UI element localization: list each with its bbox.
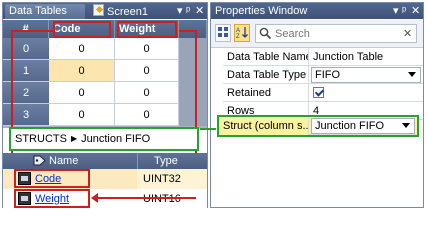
properties-panel: Properties Window ▾ ᵖ ✕ AZ ✕ Data Table … [210,2,424,208]
connector-line-weight [179,30,196,32]
row-header[interactable]: 3 [3,104,49,126]
grid-cell[interactable]: 0 [115,104,179,126]
grid-filler [179,60,207,82]
row-header[interactable]: 0 [3,38,49,60]
arrow-left-icon [91,193,98,203]
sort-alphabetical-icon[interactable]: AZ [234,24,250,42]
grid-filler [179,38,207,60]
search-box[interactable]: ✕ [255,24,417,43]
members-name-header[interactable]: Name [49,153,78,169]
grid-cell-selected[interactable]: 0 [49,60,115,82]
tab-dropdown-icon[interactable]: ▾ [177,4,183,18]
highlight-box-weight-member [14,189,90,208]
row-header[interactable]: 2 [3,82,49,104]
grid-corner-header: # [3,20,49,38]
property-row-data-table-name[interactable]: Data Table Name Junction Table [223,48,423,66]
data-tables-panel: Data Tables Screen1 ▾ ᵖ ✕ # Code Weight … [2,2,208,209]
chevron-down-icon [408,72,416,77]
property-row-data-table-type[interactable]: Data Table Type FIFO [223,66,423,84]
property-label: Retained [223,84,309,102]
grid-filler [179,104,207,126]
clear-icon[interactable]: ✕ [403,27,412,40]
members-type-header[interactable]: Type [137,153,207,169]
tag-icon [33,155,46,166]
search-icon [259,27,272,43]
chevron-right-icon: ▶ [70,134,78,143]
grid-cell[interactable]: 0 [115,82,179,104]
property-row-retained[interactable]: Retained [223,84,423,102]
breadcrumb-item[interactable]: Junction FIFO [81,133,150,145]
member-type: UINT32 [137,169,207,189]
connector-line-code [11,30,55,32]
grid-cell[interactable]: 0 [115,60,179,82]
breadcrumb: STRUCTS ▶ Junction FIFO [9,127,199,151]
property-value[interactable]: Junction Table [310,48,423,66]
highlight-box-code-header [53,21,111,38]
breadcrumb-root[interactable]: STRUCTS [15,133,67,145]
categorized-icon[interactable] [215,24,231,42]
chevron-down-icon [402,123,410,128]
dropdown-icon[interactable]: ▾ [393,3,399,19]
property-label: Data Table Name [223,48,309,66]
pin-icon[interactable]: ᵖ [186,4,190,18]
properties-title: Properties Window [215,5,308,17]
screen-document-icon [93,4,104,16]
grid-filler [179,82,207,104]
document-tab-bar: Data Tables Screen1 ▾ ᵖ ✕ [3,3,207,19]
svg-text:Z: Z [236,34,240,39]
connector-line-weight [96,197,196,199]
grid-cell[interactable]: 0 [115,38,179,60]
member-type: UINT16 [143,193,181,205]
property-label: Struct (column s... [219,117,309,135]
grid-cell[interactable]: 0 [49,82,115,104]
highlight-box-weight-header [117,21,177,38]
row-header[interactable]: 1 [3,60,49,82]
grid-cell[interactable]: 0 [49,104,115,126]
struct-select[interactable]: Junction FIFO [311,118,415,134]
property-label: Data Table Type [223,66,309,84]
highlight-box-code-member [14,169,90,188]
data-table-type-select[interactable]: FIFO [311,67,421,83]
close-icon[interactable]: ✕ [411,3,420,19]
properties-toolbar: AZ ✕ [211,20,423,48]
column-header-empty [179,20,207,38]
close-icon[interactable]: ✕ [195,4,204,18]
connector-line-struct [200,128,216,130]
select-value: Junction FIFO [315,120,385,132]
pin-icon[interactable]: ᵖ [402,3,406,19]
search-input[interactable] [275,26,395,41]
data-table-grid: # Code Weight 0 0 0 1 0 0 2 0 0 3 0 0 [3,20,207,128]
grid-cell[interactable]: 0 [49,38,115,60]
retained-checkbox[interactable] [313,87,324,98]
select-value: FIFO [315,69,341,81]
tab-screen1[interactable]: Screen1 [89,4,159,19]
property-row-struct[interactable]: Struct (column s... Junction FIFO [219,117,417,135]
tab-screen1-label: Screen1 [107,6,148,18]
members-header: Name Type [3,153,207,169]
tab-data-tables[interactable]: Data Tables [5,4,85,19]
properties-title-bar: Properties Window ▾ ᵖ ✕ [211,3,423,19]
